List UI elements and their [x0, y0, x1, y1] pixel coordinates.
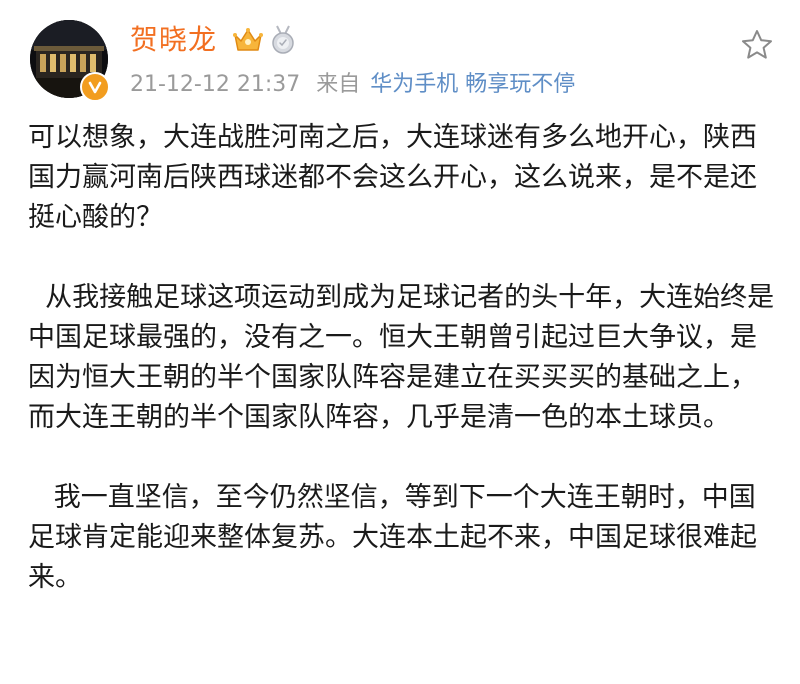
post-paragraph: 可以想象，大连战胜河南之后，大连球迷有多么地开心，陕西国力赢河南后陕西球迷都不会… — [28, 122, 757, 233]
post-body: 可以想象，大连战胜河南之后，大连球迷有多么地开心，陕西国力赢河南后陕西球迷都不会… — [28, 118, 776, 598]
post-source-link[interactable]: 华为手机 畅享玩不停 — [370, 72, 575, 97]
star-outline-icon — [742, 30, 772, 59]
post-paragraph: 我一直坚信，至今仍然坚信，等到下一个大连王朝时，中国足球肯定能迎来整体复苏。大连… — [28, 482, 757, 593]
vip-crown-icon[interactable] — [232, 24, 264, 56]
source-prefix: 来自 — [316, 72, 361, 97]
post-timestamp: 21-12-12 21:37 — [130, 72, 301, 97]
author-name[interactable]: 贺晓龙 — [130, 22, 217, 58]
post-meta: 21-12-12 21:37 来自 华为手机 畅享玩不停 — [130, 70, 575, 100]
favorite-button[interactable] — [740, 28, 774, 62]
verified-v-icon — [80, 72, 110, 102]
weibo-post: 贺晓龙 21-12-12 21:37 来自 华为手机 畅享玩不停 可以想象，大连战胜… — [0, 0, 800, 684]
silver-medal-icon[interactable] — [270, 25, 296, 55]
post-paragraph: 从我接触足球这项运动到成为足球记者的头十年，大连始终是中国足球最强的，没有之一。… — [28, 282, 775, 433]
